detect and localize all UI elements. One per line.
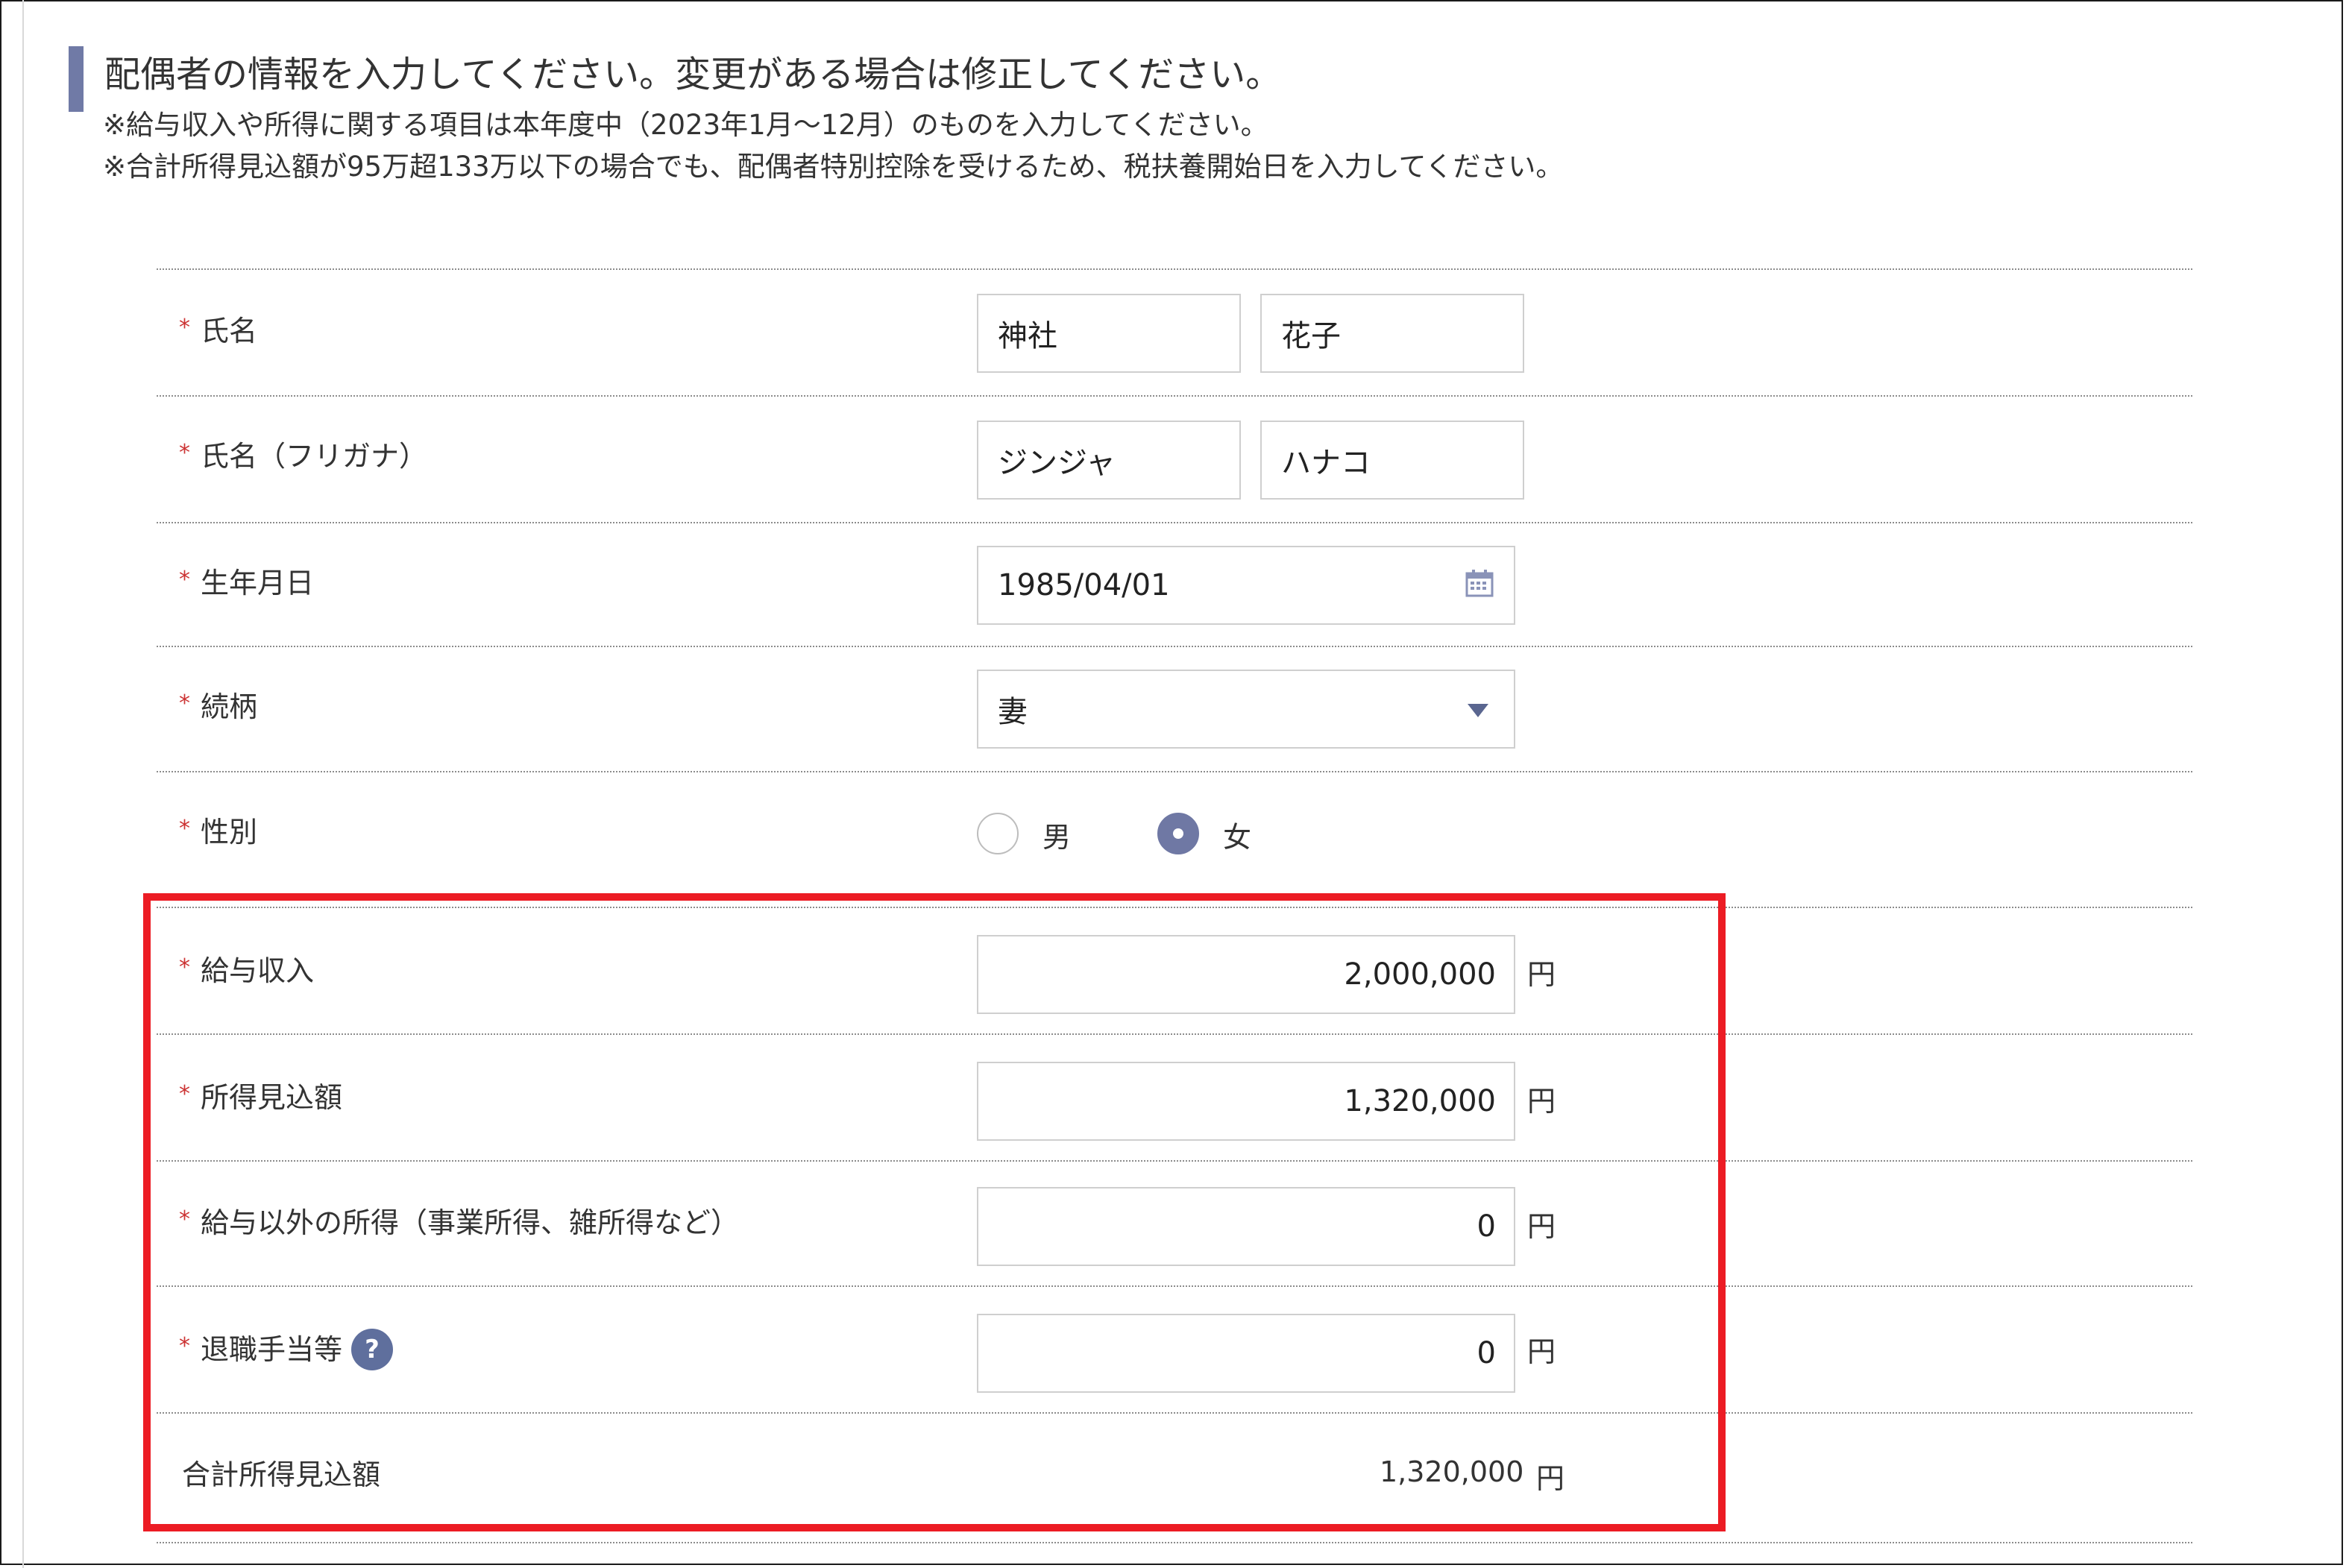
field-label-gender: * 性別 [179,813,257,851]
heading-accent-bar [69,46,84,112]
gender-female-label[interactable]: 女 [1223,814,1251,855]
row-divider [157,646,2192,647]
relation-value: 妻 [998,695,1028,729]
last-name-input[interactable]: 神社 [977,294,1241,373]
required-mark: * [179,315,190,341]
first-name-input[interactable]: 花子 [1260,294,1524,373]
row-divider [157,395,2192,397]
label-text: 生年月日 [201,567,315,599]
chevron-down-icon [1468,704,1488,717]
gender-male-radio[interactable] [977,813,1019,854]
label-text: 続柄 [201,690,258,723]
row-divider [157,1542,2192,1543]
left-rule [22,0,24,1568]
label-text: 氏名 [201,315,258,347]
gender-female-radio[interactable] [1157,813,1199,854]
relation-select[interactable]: 妻 [977,670,1515,749]
required-mark: * [179,690,190,717]
birthdate-value: 1985/04/01 [998,568,1170,602]
field-label-kana: * 氏名（フリガナ） [179,437,427,476]
row-divider [157,522,2192,523]
gender-male-label[interactable]: 男 [1043,814,1071,855]
required-mark: * [179,816,190,842]
field-label-birthdate: * 生年月日 [179,564,314,602]
calendar-icon[interactable] [1465,568,1494,598]
field-label-name: * 氏名 [179,312,257,350]
birthdate-input[interactable]: 1985/04/01 [977,546,1515,625]
field-label-relation: * 続柄 [179,687,257,726]
required-mark: * [179,440,190,466]
highlight-box [143,893,1726,1531]
label-text: 氏名（フリガナ） [201,440,428,473]
required-mark: * [179,567,190,593]
page-title: 配偶者の情報を入力してください。変更がある場合は修正してください。 [104,54,1282,95]
label-text: 性別 [201,816,258,848]
last-name-kana-input[interactable]: ジンジャ [977,421,1241,500]
row-divider [157,771,2192,772]
row-divider [157,268,2192,270]
note-special-deduction: ※合計所得見込額が95万超133万以下の場合でも、配偶者特別控除を受けるため、税… [103,151,1564,183]
note-income-period: ※給与収入や所得に関する項目は本年度中（2023年1月～12月）のものを入力して… [103,109,1268,141]
first-name-kana-input[interactable]: ハナコ [1260,421,1524,500]
